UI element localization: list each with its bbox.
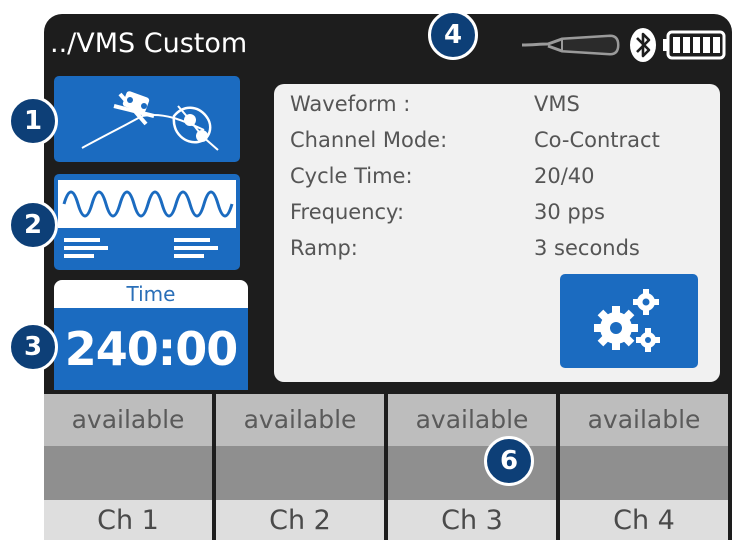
channel-bar: available Ch 1 available Ch 2 available … (44, 394, 732, 540)
time-value: 240:00 (54, 308, 248, 390)
channel-1-button[interactable]: available Ch 1 (44, 394, 212, 540)
channel-name: Ch 2 (216, 500, 384, 540)
channel-name: Ch 1 (44, 500, 212, 540)
setting-label: Cycle Time: (290, 164, 413, 188)
channel-status: available (388, 394, 556, 446)
callout-badge-2: 2 (8, 200, 58, 250)
battery-full-icon (663, 30, 726, 60)
waveform-button[interactable] (54, 174, 240, 270)
cable-connector-icon (522, 34, 620, 56)
setting-label: Waveform : (290, 92, 411, 116)
waveform-icon (58, 180, 236, 258)
channel-2-button[interactable]: available Ch 2 (216, 394, 384, 540)
callout-badge-4: 4 (428, 10, 478, 60)
setting-label: Channel Mode: (290, 128, 448, 152)
callout-badge-3: 3 (8, 322, 58, 372)
channel-status: available (560, 394, 728, 446)
channel-4-button[interactable]: available Ch 4 (560, 394, 728, 540)
setting-label: Ramp: (290, 236, 358, 260)
setting-label: Frequency: (290, 200, 405, 224)
setting-row-ramp: Ramp: 3 seconds (290, 236, 710, 266)
electrode-placement-button[interactable] (54, 76, 240, 162)
callout-badge-6: 6 (484, 436, 534, 486)
setting-value: VMS (534, 92, 580, 116)
setting-value: Co-Contract (534, 128, 660, 152)
setting-value: 30 pps (534, 200, 605, 224)
channel-name: Ch 4 (560, 500, 728, 540)
settings-button[interactable] (560, 274, 698, 368)
device-screen: ../VMS Custom Time 240:00 Waveform: VMS… (44, 14, 732, 540)
setting-row-frequency: Frequency: 30 pps (290, 200, 710, 230)
bluetooth-icon (630, 28, 656, 62)
channel-status: available (216, 394, 384, 446)
electrode-placement-icon (81, 91, 219, 151)
callout-badge-1: 1 (8, 96, 58, 146)
channel-status: available (44, 394, 212, 446)
time-label: Time (54, 280, 248, 308)
setting-row-channel-mode: Channel Mode: Co-Contract (290, 128, 710, 158)
setting-value: 3 seconds (534, 236, 640, 260)
treatment-time-button[interactable]: Time 240:00 (54, 280, 248, 390)
channel-name: Ch 3 (388, 500, 556, 540)
setting-row-cycle-time: Cycle Time: 20/40 (290, 164, 710, 194)
gears-icon (594, 289, 660, 352)
program-settings-panel: Waveform : VMS Channel Mode: Co-Contract… (274, 84, 720, 382)
setting-value: 20/40 (534, 164, 595, 188)
setting-row-waveform: Waveform : VMS (290, 92, 710, 122)
screen-title: ../VMS Custom (50, 28, 248, 59)
